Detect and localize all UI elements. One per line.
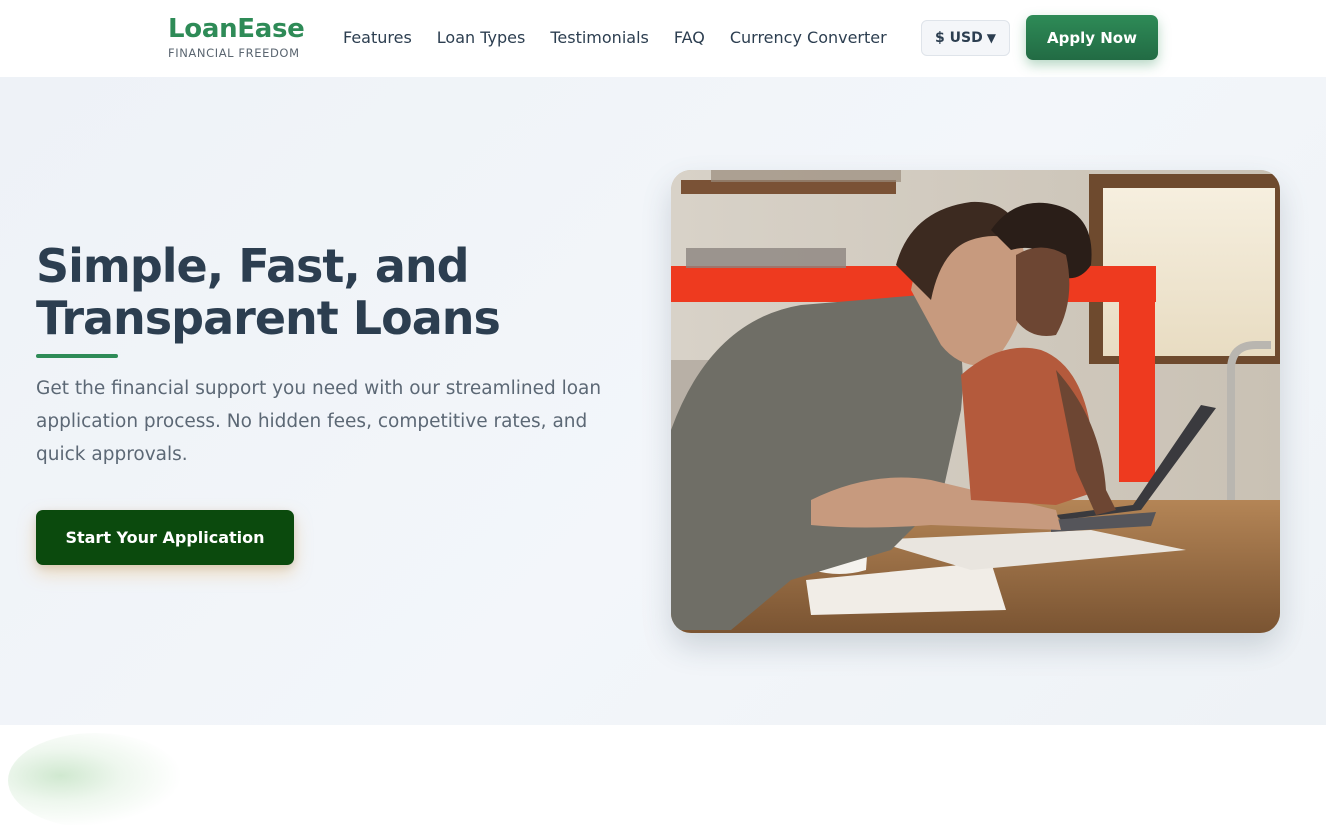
site-header: LoanEase FINANCIAL FREEDOM Features Loan… [0, 0, 1326, 77]
hero-description: Get the financial support you need with … [36, 378, 602, 465]
couple-at-laptop-illustration [671, 170, 1280, 633]
hero-title-line-2: Transparent Loans [36, 291, 501, 345]
nav-link-features[interactable]: Features [343, 27, 412, 49]
apply-now-button[interactable]: Apply Now [1026, 15, 1158, 60]
currency-selected-value: $ USD [935, 30, 983, 46]
logo-tagline: FINANCIAL FREEDOM [168, 46, 300, 60]
nav-link-testimonials[interactable]: Testimonials [550, 27, 649, 49]
nav-link-faq[interactable]: FAQ [674, 27, 705, 49]
hero-title-line-1: Simple, Fast, and [36, 239, 470, 293]
nav-link-loan-types[interactable]: Loan Types [437, 27, 526, 49]
nav-link-currency-converter[interactable]: Currency Converter [730, 27, 887, 49]
start-application-button[interactable]: Start Your Application [36, 510, 294, 565]
currency-selector[interactable]: $ USD ▼ [921, 20, 1010, 56]
logo[interactable]: LoanEase FINANCIAL FREEDOM [168, 14, 305, 60]
decorative-blob [8, 733, 183, 825]
hero-section: Simple, Fast, and Transparent Loans Get … [0, 77, 1326, 725]
title-underline [36, 354, 118, 358]
hero-image [671, 170, 1280, 633]
logo-title: LoanEase [168, 14, 305, 44]
next-section [0, 725, 1326, 825]
caret-down-icon: ▼ [986, 31, 996, 45]
hero-title: Simple, Fast, and Transparent Loans [36, 240, 636, 344]
main-nav: Features Loan Types Testimonials FAQ Cur… [343, 27, 912, 49]
